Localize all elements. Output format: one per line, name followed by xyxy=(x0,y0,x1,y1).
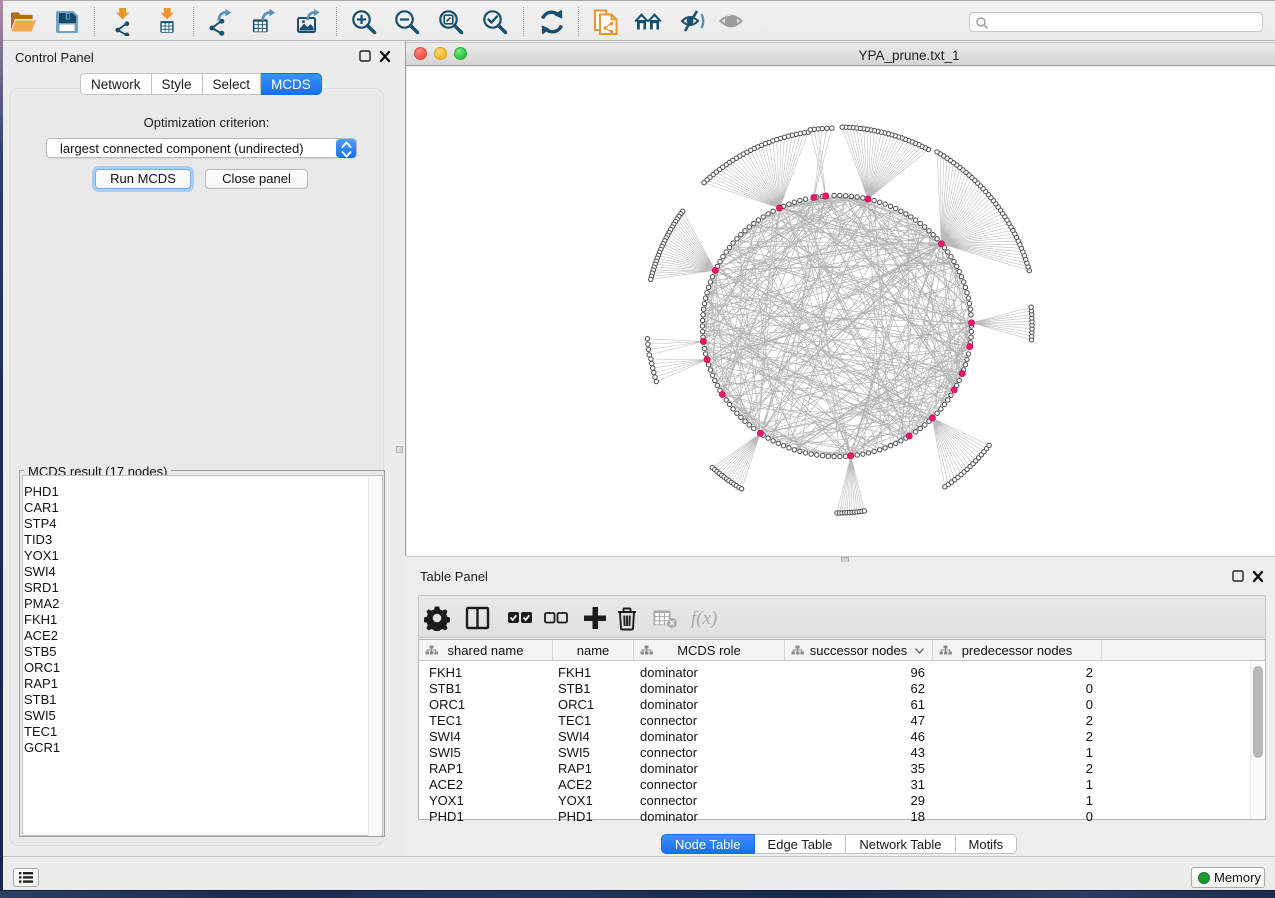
svg-text:f(x): f(x) xyxy=(691,608,717,629)
